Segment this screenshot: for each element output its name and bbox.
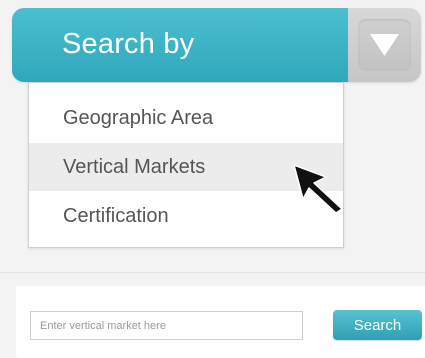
vertical-market-search-input[interactable] <box>30 311 303 340</box>
dropdown-item-geographic-area[interactable]: Geographic Area <box>29 94 343 142</box>
search-form: Search <box>16 286 425 358</box>
dropdown-toggle[interactable] <box>348 8 421 82</box>
dropdown-toggle-button[interactable] <box>358 19 411 71</box>
mouse-pointer-icon <box>293 164 343 214</box>
dropdown-item-label: Geographic Area <box>63 106 214 129</box>
search-by-label: Search by <box>62 27 195 60</box>
search-by-dropdown[interactable]: Search by <box>12 8 421 82</box>
search-button[interactable]: Search <box>333 310 422 340</box>
section-divider <box>0 272 425 273</box>
dropdown-item-label: Vertical Markets <box>63 155 206 178</box>
chevron-down-icon <box>370 34 399 56</box>
search-by-header[interactable]: Search by <box>12 8 348 82</box>
dropdown-item-label: Certification <box>63 204 169 227</box>
